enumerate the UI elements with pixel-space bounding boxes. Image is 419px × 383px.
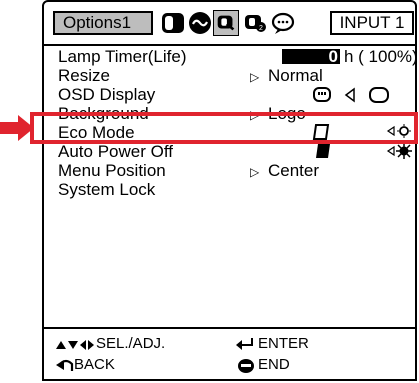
menu-item-system-lock[interactable]: System Lock (54, 180, 414, 199)
menu-position-value: Center (268, 161, 320, 180)
menu-item-label: Auto Power Off (58, 142, 173, 161)
direction-arrows-icon (56, 340, 94, 350)
lamp-life-value: h ( 100%) (344, 47, 418, 66)
menu-item-label: System Lock (58, 180, 156, 199)
key-guide-footer: SEL./ADJ. ENTER BACK END (44, 327, 415, 381)
svg-text:2: 2 (259, 25, 263, 32)
pointer-arrow-icon (0, 115, 34, 141)
lamp-hours-value: 0 (328, 47, 338, 66)
sync-icon[interactable] (187, 10, 213, 36)
menu-item-resize[interactable]: Resize ▷ Normal (54, 66, 414, 85)
auto-power-off-options-icon (316, 143, 412, 159)
back-icon (56, 359, 74, 371)
menu-item-lamp-timer[interactable]: Lamp Timer(Life) 0 h ( 100%) (54, 47, 418, 66)
osd-display-options-icon (313, 87, 389, 103)
menu-item-menu-position[interactable]: Menu Position ▷ Center (54, 161, 414, 180)
enter-label: ENTER (258, 335, 309, 352)
end-icon (238, 359, 254, 373)
picture-icon[interactable] (160, 10, 186, 36)
sel-adj-label: SEL./ADJ. (96, 335, 166, 352)
enter-icon (236, 338, 253, 350)
input-indicator: INPUT 1 (330, 11, 414, 35)
osd-menu-window: Options1 2 INPUT 1 Lamp Timer(Life) 0 h … (42, 0, 418, 381)
options2-icon[interactable]: 2 (242, 10, 268, 36)
resize-value: Normal (268, 66, 323, 85)
menu-item-label: Lamp Timer(Life) (58, 47, 187, 66)
menu-tab-bar: Options1 2 INPUT 1 (44, 2, 415, 46)
menu-item-osd-display[interactable]: OSD Display (54, 85, 414, 104)
language-icon[interactable] (270, 10, 296, 36)
menu-item-label: Menu Position (58, 161, 166, 180)
menu-item-label: OSD Display (58, 85, 156, 104)
background-row-highlight (30, 112, 418, 144)
end-label: END (258, 356, 290, 373)
menu-item-auto-power-off[interactable]: Auto Power Off (54, 142, 414, 161)
options1-icon[interactable] (213, 10, 239, 36)
menu-item-label: Resize (58, 66, 110, 85)
tab-options1[interactable]: Options1 (53, 11, 153, 35)
back-label: BACK (74, 356, 115, 373)
